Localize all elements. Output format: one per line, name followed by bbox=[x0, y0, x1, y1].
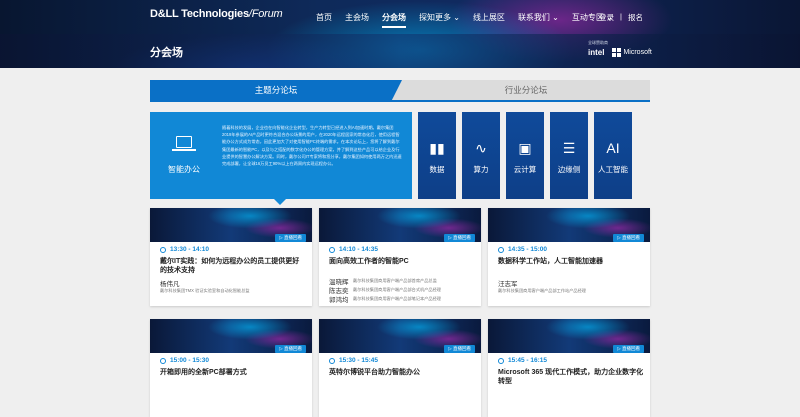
session-time: 13:30 - 14:10 bbox=[160, 246, 209, 253]
sponsor-block: 全球赞助商 intel Microsoft bbox=[588, 40, 652, 57]
speaker-role: 戴尔科技集团商用客户端产品部工作站产品经理 bbox=[498, 288, 586, 293]
replay-button[interactable]: ▷ 直播回看 bbox=[444, 234, 475, 242]
session-title: 英特尔博锐平台助力智能办公 bbox=[329, 369, 420, 376]
topic-edge[interactable]: ☰ 边缘侧 bbox=[550, 112, 588, 199]
topic-cloud[interactable]: ▣ 云计算 bbox=[506, 112, 544, 199]
laptop-icon bbox=[172, 136, 196, 151]
replay-button[interactable]: ▷ 直播回看 bbox=[613, 345, 644, 353]
session-title: 戴尔IT实践：如何为远程办公的员工提供更好的技术支持 bbox=[160, 258, 300, 274]
nav-item-home[interactable]: 首页 bbox=[316, 12, 332, 28]
nav-item-main-venue[interactable]: 主会场 bbox=[345, 12, 369, 28]
speaker-name: 郭鸿均 bbox=[329, 297, 349, 304]
topic-compute[interactable]: ∿ 算力 bbox=[462, 112, 500, 199]
line-chart-icon: ∿ bbox=[475, 140, 487, 156]
title-bar bbox=[0, 34, 800, 68]
nav-item-explore[interactable]: 探知更多 ⌄ bbox=[419, 12, 460, 28]
tab-industry-forum[interactable]: 行业分论坛 bbox=[392, 80, 650, 100]
tab-underline bbox=[150, 100, 650, 102]
speaker-name: 杨伟凡 bbox=[160, 281, 180, 288]
clock-icon bbox=[329, 246, 335, 253]
speaker-role: 戴尔科技集团商用客户端产品部首席产品总监 bbox=[353, 278, 437, 283]
replay-button[interactable]: ▷ 直播回看 bbox=[613, 234, 644, 242]
session-title: 开箱即用的全新PC部署方式 bbox=[160, 369, 247, 376]
nav-item-sub-venue[interactable]: 分会场 bbox=[382, 12, 406, 28]
ai-icon: AI bbox=[606, 140, 620, 156]
session-time: 15:30 - 15:45 bbox=[329, 357, 378, 364]
replay-button[interactable]: ▷ 直播回看 bbox=[444, 345, 475, 353]
clock-icon bbox=[498, 357, 504, 364]
session-title: 面向高效工作者的智能PC bbox=[329, 258, 409, 265]
topic-ai[interactable]: AI 人工智能 bbox=[594, 112, 632, 199]
speaker-role: 戴尔科技集团商用客户端产品部台式机产品经理 bbox=[353, 287, 441, 292]
session-time: 15:45 - 16:15 bbox=[498, 357, 547, 364]
topic-label: 边缘侧 bbox=[557, 165, 581, 174]
page-title: 分会场 bbox=[150, 47, 183, 59]
session-time: 14:35 - 15:00 bbox=[498, 246, 547, 253]
topic-label: 算力 bbox=[473, 165, 489, 174]
auth-links: 登录 | 报名 bbox=[599, 12, 643, 23]
replay-button[interactable]: ▷ 直播回看 bbox=[275, 234, 306, 242]
sponsor-caption: 全球赞助商 bbox=[588, 40, 608, 45]
register-link[interactable]: 报名 bbox=[628, 12, 643, 23]
brand-logo[interactable]: D&LL Technologies/Forum bbox=[150, 8, 283, 20]
monitor-icon: ▣ bbox=[518, 140, 532, 156]
session-card[interactable]: ▷ 直播回看 13:30 - 14:10 戴尔IT实践：如何为远程办公的员工提供… bbox=[150, 208, 312, 306]
session-card[interactable]: ▷ 直播回看 14:35 - 15:00 数据科学工作站，人工智能加速器 汪志军… bbox=[488, 208, 650, 306]
nav-item-online-expo[interactable]: 线上展区 bbox=[473, 12, 505, 28]
clock-icon bbox=[160, 246, 166, 253]
topic-list: ▮▮ 数据 ∿ 算力 ▣ 云计算 ☰ 边缘侧 AI 人工智能 bbox=[418, 112, 632, 199]
session-card[interactable]: ▷ 直播回看 14:10 - 14:35 面向高效工作者的智能PC 温晓辉 戴尔… bbox=[319, 208, 481, 306]
topic-label: 人工智能 bbox=[598, 165, 628, 174]
replay-button[interactable]: ▷ 直播回看 bbox=[275, 345, 306, 353]
windows-icon bbox=[612, 48, 622, 57]
intel-logo[interactable]: intel bbox=[588, 48, 604, 57]
topic-data[interactable]: ▮▮ 数据 bbox=[418, 112, 456, 199]
server-icon: ☰ bbox=[562, 140, 576, 156]
clock-icon bbox=[160, 357, 166, 364]
auth-separator: | bbox=[620, 12, 622, 21]
session-title: Microsoft 365 现代工作模式，助力企业数字化转型 bbox=[498, 369, 644, 385]
clock-icon bbox=[329, 357, 335, 364]
microsoft-logo[interactable]: Microsoft bbox=[612, 48, 652, 57]
session-card[interactable]: ▷ 直播回看 15:00 - 15:30 开箱即用的全新PC部署方式 bbox=[150, 319, 312, 417]
session-time: 14:10 - 14:35 bbox=[329, 246, 378, 253]
session-time: 15:00 - 15:30 bbox=[160, 357, 209, 364]
login-link[interactable]: 登录 bbox=[599, 12, 614, 23]
card-pointer bbox=[274, 199, 286, 205]
nav-item-contact[interactable]: 联系我们 ⌄ bbox=[518, 12, 559, 28]
session-card[interactable]: ▷ 直播回看 15:45 - 16:15 Microsoft 365 现代工作模… bbox=[488, 319, 650, 417]
featured-topic-description: 随着科技的发展，企业也在向智能化企业转型，生产力转型已经进入到AI加速时期。戴尔… bbox=[222, 125, 402, 167]
bar-chart-icon: ▮▮ bbox=[429, 140, 445, 156]
featured-topic-name: 智能办公 bbox=[168, 165, 200, 174]
session-card[interactable]: ▷ 直播回看 15:30 - 15:45 英特尔博锐平台助力智能办公 bbox=[319, 319, 481, 417]
topic-label: 云计算 bbox=[513, 165, 537, 174]
tab-theme-forum[interactable]: 主题分论坛 bbox=[150, 80, 402, 100]
topic-label: 数据 bbox=[429, 165, 445, 174]
clock-icon bbox=[498, 246, 504, 253]
speaker-name: 汪志军 bbox=[498, 281, 518, 288]
speaker-role: 戴尔科技集团TMX 验证实验室和自动化智能总监 bbox=[160, 288, 250, 293]
featured-topic-card[interactable]: 智能办公 随着科技的发展，企业也在向智能化企业转型，生产力转型已经进入到AI加速… bbox=[150, 112, 412, 205]
forum-tabs: 主题分论坛 行业分论坛 bbox=[150, 80, 650, 100]
speaker-role: 戴尔科技集团商用客户端产品部笔记本产品经理 bbox=[353, 296, 441, 301]
main-nav: 首页 主会场 分会场 探知更多 ⌄ 线上展区 联系我们 ⌄ 互动专区 ⌄ bbox=[316, 12, 613, 28]
session-title: 数据科学工作站，人工智能加速器 bbox=[498, 258, 603, 265]
